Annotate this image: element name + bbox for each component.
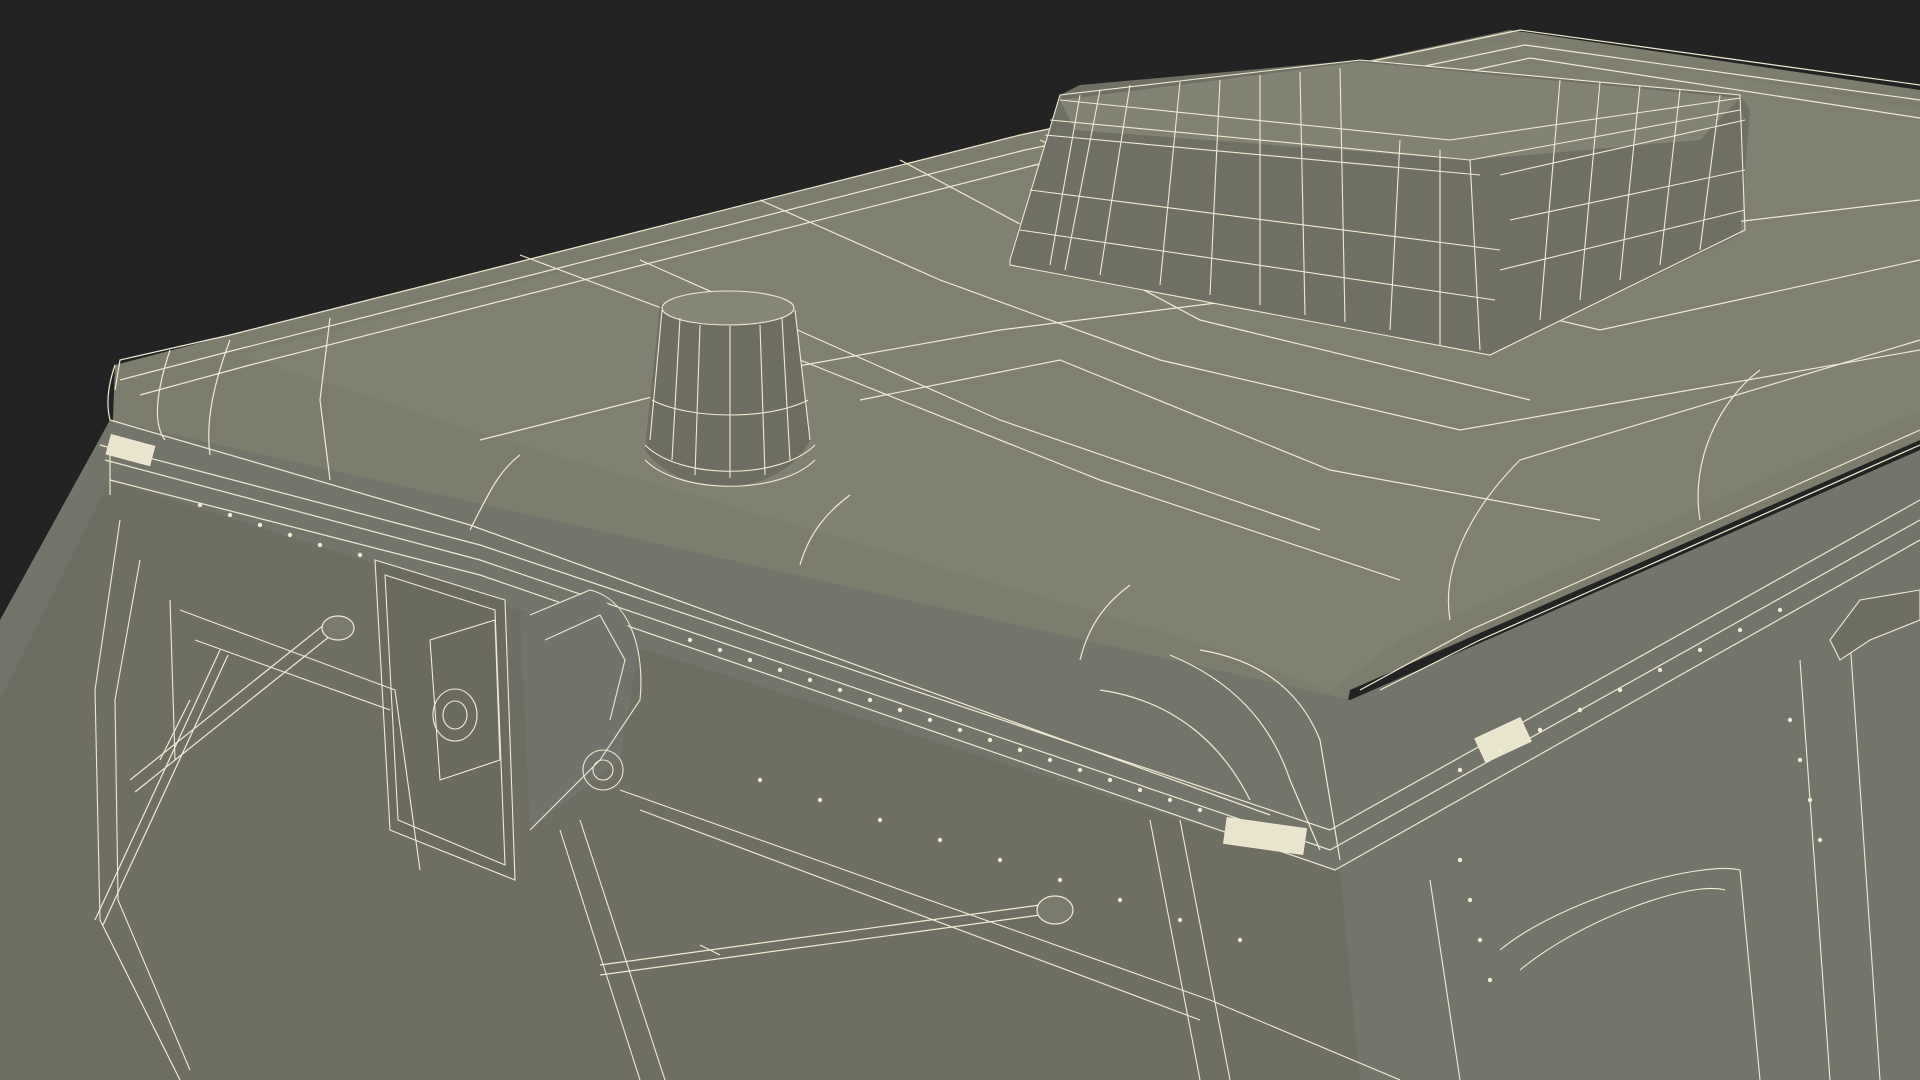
beacon-light: [644, 290, 816, 487]
wireframe-render: [0, 0, 1920, 1080]
